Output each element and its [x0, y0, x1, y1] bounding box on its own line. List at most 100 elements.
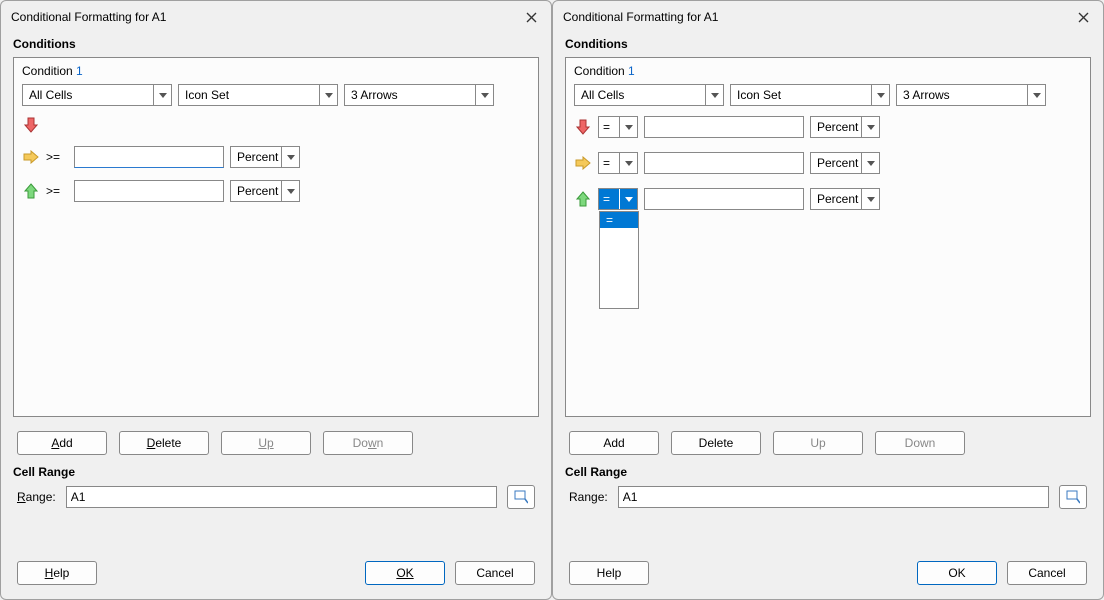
footer: Help OK Cancel	[553, 549, 1103, 599]
titlebar: Conditional Formatting for A1	[553, 1, 1103, 33]
iconset-combo[interactable]: 3 Arrows	[344, 84, 494, 106]
window-title: Conditional Formatting for A1	[11, 10, 166, 24]
add-button[interactable]: Add	[17, 431, 107, 455]
cancel-button[interactable]: Cancel	[455, 561, 535, 585]
footer: Help OK Cancel	[1, 549, 551, 599]
operator-text: >=	[46, 184, 68, 198]
condition-word: Condition	[22, 64, 73, 78]
up-button[interactable]: Up	[221, 431, 311, 455]
chevron-down-icon	[153, 85, 171, 105]
unit-combo[interactable]: Percent	[230, 146, 300, 168]
combo-row: All Cells Icon Set 3 Arrows	[566, 82, 1090, 108]
chevron-down-icon	[871, 85, 889, 105]
range-input[interactable]	[66, 486, 497, 508]
arrow-right-yellow-icon	[574, 154, 592, 172]
arrow-up-green-icon	[22, 182, 40, 200]
cell-range-label: Cell Range	[553, 461, 1103, 481]
condition-number: 1	[628, 64, 635, 78]
shrink-button[interactable]	[507, 485, 535, 509]
range-row: Range:	[1, 481, 551, 513]
condition-word: Condition	[574, 64, 625, 78]
threshold-row: = Percent	[566, 114, 1090, 140]
iconset-combo[interactable]: 3 Arrows	[896, 84, 1046, 106]
condition-buttons: Add Delete Up Down	[553, 425, 1103, 461]
arrow-right-yellow-icon	[22, 148, 40, 166]
chevron-down-icon	[619, 153, 637, 173]
chevron-down-icon	[619, 117, 637, 137]
dropdown-option[interactable]: <	[600, 228, 638, 244]
chevron-down-icon	[319, 85, 337, 105]
range-label: Range:	[17, 490, 56, 504]
dropdown-option[interactable]: <>	[600, 292, 638, 308]
condition-number: 1	[76, 64, 83, 78]
arrow-down-red-icon	[574, 118, 592, 136]
operator-dropdown: = < > <= >= <>	[599, 211, 639, 309]
conditions-box: Condition 1 All Cells Icon Set 3 Arrows …	[565, 57, 1091, 417]
chevron-down-icon	[281, 147, 299, 167]
down-button[interactable]: Down	[323, 431, 413, 455]
range-label: Range:	[569, 490, 608, 504]
chevron-down-icon	[705, 85, 723, 105]
dropdown-option[interactable]: >	[600, 244, 638, 260]
threshold-value-input[interactable]	[74, 180, 224, 202]
unit-combo[interactable]: Percent	[230, 180, 300, 202]
chevron-down-icon	[475, 85, 493, 105]
threshold-row	[14, 114, 538, 136]
add-button[interactable]: Add	[569, 431, 659, 455]
operator-text: >=	[46, 150, 68, 164]
unit-combo[interactable]: Percent	[810, 152, 880, 174]
cell-scope-combo[interactable]: All Cells	[574, 84, 724, 106]
help-button[interactable]: Help	[17, 561, 97, 585]
dialog-right: Conditional Formatting for A1 Conditions…	[552, 0, 1104, 600]
arrow-up-green-icon	[574, 190, 592, 208]
format-type-combo[interactable]: Icon Set	[178, 84, 338, 106]
unit-combo[interactable]: Percent	[810, 116, 880, 138]
threshold-value-input[interactable]	[644, 116, 804, 138]
close-icon[interactable]	[521, 7, 541, 27]
operator-combo[interactable]: = = < > <= >= <>	[598, 188, 638, 210]
operator-combo[interactable]: =	[598, 116, 638, 138]
dialog-left: Conditional Formatting for A1 Conditions…	[0, 0, 552, 600]
close-icon[interactable]	[1073, 7, 1093, 27]
range-row: Range:	[553, 481, 1103, 513]
delete-button[interactable]: Delete	[671, 431, 761, 455]
delete-button[interactable]: Delete	[119, 431, 209, 455]
ok-button[interactable]: OK	[917, 561, 997, 585]
chevron-down-icon	[861, 117, 879, 137]
dropdown-option[interactable]: <=	[600, 260, 638, 276]
conditions-label: Conditions	[553, 33, 1103, 53]
unit-combo[interactable]: Percent	[810, 188, 880, 210]
conditions-label: Conditions	[1, 33, 551, 53]
cell-range-label: Cell Range	[1, 461, 551, 481]
cell-scope-combo[interactable]: All Cells	[22, 84, 172, 106]
threshold-value-input[interactable]	[74, 146, 224, 168]
threshold-value-input[interactable]	[644, 152, 804, 174]
format-type-combo[interactable]: Icon Set	[730, 84, 890, 106]
help-button[interactable]: Help	[569, 561, 649, 585]
chevron-down-icon	[281, 181, 299, 201]
chevron-down-icon	[861, 153, 879, 173]
condition-header: Condition 1	[566, 58, 1090, 82]
window-title: Conditional Formatting for A1	[563, 10, 718, 24]
threshold-row: >= Percent	[14, 144, 538, 170]
condition-header: Condition 1	[14, 58, 538, 82]
titlebar: Conditional Formatting for A1	[1, 1, 551, 33]
threshold-value-input[interactable]	[644, 188, 804, 210]
dropdown-option[interactable]: >=	[600, 276, 638, 292]
shrink-button[interactable]	[1059, 485, 1087, 509]
ok-button[interactable]: OK	[365, 561, 445, 585]
combo-row: All Cells Icon Set 3 Arrows	[14, 82, 538, 108]
arrow-down-red-icon	[22, 116, 40, 134]
threshold-row: = Percent	[566, 150, 1090, 176]
condition-buttons: Add Delete Up Down	[1, 425, 551, 461]
shrink-icon	[514, 490, 528, 504]
range-input[interactable]	[618, 486, 1049, 508]
threshold-row: >= Percent	[14, 178, 538, 204]
up-button[interactable]: Up	[773, 431, 863, 455]
operator-combo[interactable]: =	[598, 152, 638, 174]
cancel-button[interactable]: Cancel	[1007, 561, 1087, 585]
conditions-box: Condition 1 All Cells Icon Set 3 Arrows …	[13, 57, 539, 417]
chevron-down-icon	[861, 189, 879, 209]
down-button[interactable]: Down	[875, 431, 965, 455]
dropdown-option[interactable]: =	[600, 212, 638, 228]
